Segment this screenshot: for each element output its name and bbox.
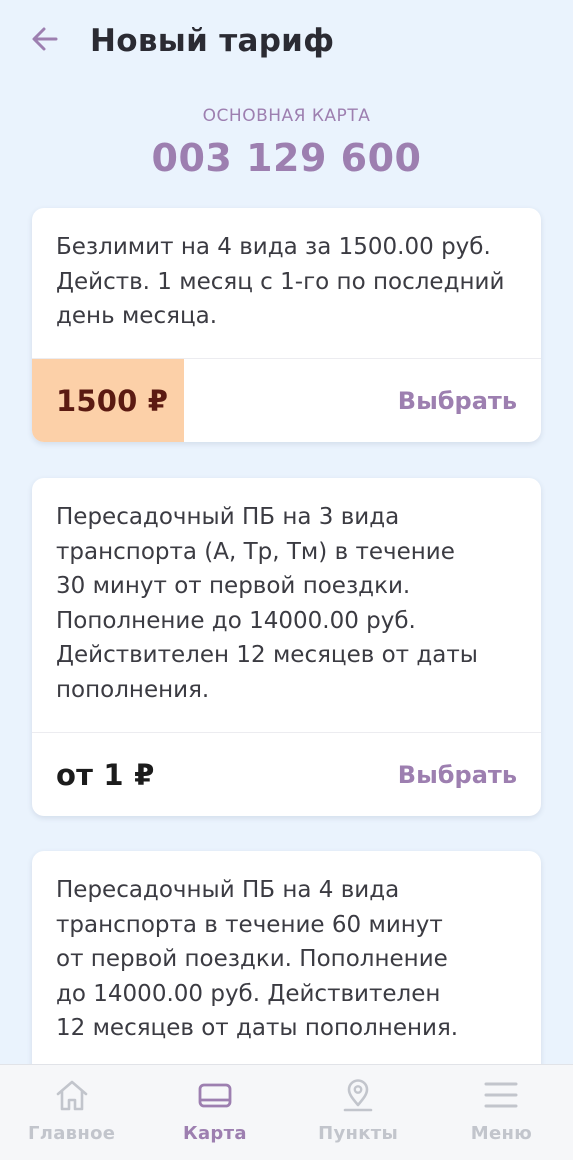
card-number: 003 129 600 <box>151 136 422 180</box>
nav-label: Меню <box>470 1123 532 1144</box>
tariff-description: Пересадочный ПБ на 3 вида транспорта (А,… <box>56 504 478 703</box>
card-label: ОСНОВНАЯ КАРТА <box>202 106 371 126</box>
menu-icon <box>483 1077 519 1113</box>
arrow-left-icon <box>30 24 60 58</box>
price-badge: от 1 ₽ <box>32 733 154 816</box>
select-button[interactable]: Выбрать <box>398 359 517 442</box>
back-button[interactable] <box>24 20 66 62</box>
price-badge: 1500 ₽ <box>32 359 184 442</box>
screen: Новый тариф ОСНОВНАЯ КАРТА 003 129 600 Б… <box>0 0 573 1160</box>
nav-item-card[interactable]: Карта <box>143 1065 286 1160</box>
tariff-footer: от 1 ₽ Выбрать <box>32 732 541 816</box>
header: Новый тариф <box>0 0 573 84</box>
nav-item-menu[interactable]: Меню <box>430 1065 573 1160</box>
location-pin-icon <box>340 1077 376 1113</box>
tariff-footer: 1500 ₽ Выбрать <box>32 358 541 442</box>
page-title: Новый тариф <box>90 23 335 59</box>
select-button[interactable]: Выбрать <box>398 733 517 816</box>
wallet-icon <box>197 1077 233 1113</box>
nav-label: Главное <box>27 1123 116 1144</box>
tariff-description: Пересадочный ПБ на 4 вида транспорта в т… <box>56 877 459 1041</box>
bottom-nav: Главное Карта Пункты Меню <box>0 1064 573 1160</box>
tariff-price: от 1 ₽ <box>56 757 155 792</box>
tariff-card: Пересадочный ПБ на 3 вида транспорта (А,… <box>32 478 541 816</box>
tariff-description: Безлимит на 4 вида за 1500.00 руб. Дейст… <box>56 234 505 329</box>
tariff-card: Безлимит на 4 вида за 1500.00 руб. Дейст… <box>32 208 541 442</box>
nav-label: Пункты <box>318 1123 399 1144</box>
nav-label: Карта <box>182 1123 247 1144</box>
nav-item-home[interactable]: Главное <box>0 1065 143 1160</box>
nav-item-points[interactable]: Пункты <box>287 1065 430 1160</box>
home-icon <box>54 1077 90 1113</box>
tariff-price: 1500 ₽ <box>56 383 169 418</box>
